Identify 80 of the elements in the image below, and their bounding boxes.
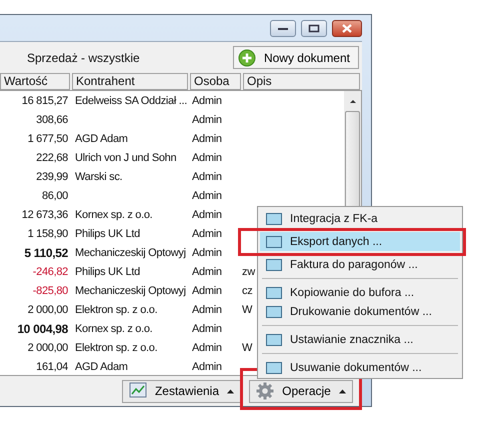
square-icon	[266, 212, 282, 224]
table-cell-text: Elektron sp. z o.o.	[74, 304, 158, 316]
table-cell-text: 1 158,90	[26, 228, 69, 240]
table-cell-text: Mechaniczeskij Optowyj	[74, 284, 187, 296]
table-cell-text: -246,82	[32, 266, 69, 278]
table-cell-text: 239,99	[35, 170, 69, 182]
table-cell-text: AGD Adam	[74, 132, 129, 144]
column-header[interactable]: Osoba	[190, 73, 241, 90]
menu-item[interactable]: Usuwanie dokumentów ...	[260, 358, 460, 377]
menu-item[interactable]: Kopiowanie do bufora ...	[260, 283, 460, 302]
table-cell-text: 308,66	[35, 114, 69, 126]
table-cell-text: Elektron sp. z o.o.	[74, 342, 158, 354]
table-cell-text: zw	[241, 266, 256, 278]
table-cell-text: Admin	[192, 94, 223, 106]
table-cell-text: Warski sc.	[74, 170, 124, 182]
table-cell-text: Admin	[192, 152, 223, 164]
table-cell-text: Admin	[192, 360, 223, 372]
table-cell-text: 222,68	[35, 152, 69, 164]
table-cell-text: Edelweiss SA Oddział ...	[74, 94, 188, 106]
table-cell-text: Admin	[192, 304, 223, 316]
table-cell-text: -825,80	[32, 284, 69, 296]
reports-button[interactable]: Zestawienia	[122, 380, 241, 402]
minimize-button[interactable]	[270, 20, 296, 36]
table-cell-text: Admin	[192, 190, 223, 202]
table-cell-text: W	[241, 304, 254, 316]
table-cell-text: AGD Adam	[74, 360, 129, 372]
menu-item[interactable]: Ustawianie znacznika ...	[260, 330, 460, 349]
table-cell-text: cz	[241, 284, 254, 296]
table-cell-text: 2 000,00	[26, 304, 69, 316]
new-document-button[interactable]: Nowy dokument	[232, 46, 359, 69]
view-title: Sprzedaż - wszystkie	[27, 50, 140, 64]
menu-item[interactable]: Drukowanie dokumentów ...	[260, 302, 460, 321]
table-cell-text: Admin	[192, 170, 223, 182]
table-cell-text: W	[241, 342, 254, 354]
operations-button[interactable]: Operacje	[249, 380, 353, 402]
table-cell-text: Kornex sp. z o.o.	[74, 208, 154, 220]
table-cell-text: Admin	[192, 342, 223, 354]
caret-icon	[227, 388, 234, 394]
menu-item[interactable]: Faktura do paragonów ...	[260, 255, 460, 274]
square-icon	[266, 362, 282, 374]
table-cell-text: Admin	[192, 322, 223, 334]
table-cell-text: Admin	[192, 246, 223, 258]
minimize-icon	[277, 25, 289, 31]
maximize-icon	[308, 24, 320, 32]
gear-icon	[256, 382, 274, 400]
square-icon	[266, 286, 282, 298]
table-cell-text: Admin	[192, 228, 223, 240]
column-header[interactable]: Kontrahent	[72, 73, 188, 90]
plus-icon	[238, 48, 256, 66]
table-cell-text: Philips UK Ltd	[74, 266, 141, 278]
caret-icon	[339, 388, 346, 394]
table-cell-text: 86,00	[40, 190, 69, 202]
table-cell-text: Admin	[192, 284, 223, 296]
table-cell-text: 2 000,00	[26, 342, 69, 354]
square-icon	[266, 258, 282, 270]
column-header[interactable]: Opis	[243, 73, 360, 90]
table-cell-text: 10 004,98	[16, 322, 69, 336]
table-cell-text: Admin	[192, 208, 223, 220]
table-cell-text: Kornex sp. z o.o.	[74, 322, 154, 334]
square-icon	[266, 334, 282, 346]
square-icon	[266, 306, 282, 318]
table-cell-text: Ulrich von J und Sohn	[74, 152, 178, 164]
menu-item[interactable]: Integracja z FK-a	[260, 209, 460, 228]
table-cell-text: 1 677,50	[26, 132, 69, 144]
menu-item[interactable]: Eksport danych ...	[260, 232, 460, 251]
close-button[interactable]	[332, 20, 362, 36]
table-cell-text: 16 815,27	[20, 94, 69, 106]
table-cell-text: 161,04	[35, 360, 69, 372]
maximize-button[interactable]	[301, 20, 327, 36]
table-cell-text: Admin	[192, 132, 223, 144]
table-cell-text: Philips UK Ltd	[74, 228, 141, 240]
chart-icon	[128, 382, 147, 400]
table-cell-text: 5 110,52	[23, 246, 69, 260]
table-cell-text: 12 673,36	[20, 208, 69, 220]
table-cell-text: Mechaniczeskij Optowyj	[74, 246, 187, 258]
square-icon	[266, 236, 282, 248]
close-icon	[341, 24, 353, 32]
table-cell-text: Admin	[192, 114, 223, 126]
column-header[interactable]: Wartość	[0, 73, 70, 90]
table-cell-text: Admin	[192, 266, 223, 278]
